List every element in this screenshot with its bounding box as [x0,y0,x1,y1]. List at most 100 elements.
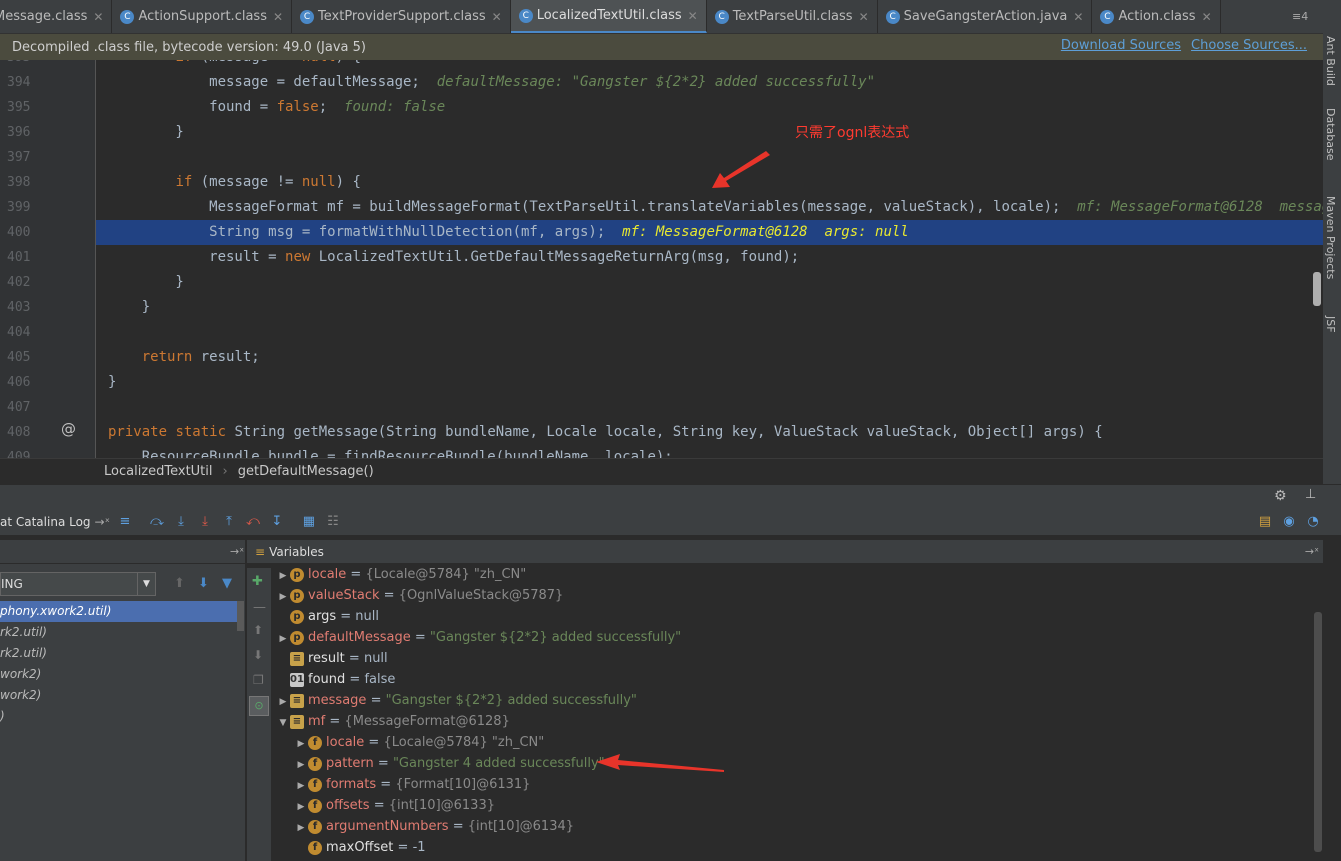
close-icon[interactable]: ✕ [93,10,103,24]
force-step-into-icon[interactable]: ⤓ [196,513,214,531]
chevron-right-icon[interactable]: ▶ [294,734,308,755]
stack-frame[interactable]: rk2.util) [0,622,237,643]
chevron-right-icon[interactable]: ▶ [276,692,290,713]
gear-icon[interactable]: ⚙ [1274,488,1287,504]
editor-scroll-thumb[interactable] [1313,272,1321,306]
chevron-right-icon[interactable]: ▶ [276,587,290,608]
show-execution-point-icon[interactable]: ≡ [116,513,134,531]
ant-build-tool[interactable]: Ant Build [1324,36,1337,86]
variable-row[interactable]: ▶ p locale = {Locale@5784} "zh_CN" [272,564,1313,585]
tab-action-class[interactable]: C Action.class ✕ [1092,0,1221,33]
up-icon[interactable]: ⬆ [253,623,263,637]
code-line[interactable]: 393 if (message == null) { [0,60,1323,70]
variable-row[interactable]: ▶ f formats = {Format[10]@6131} [272,774,1313,795]
up-arrow-icon[interactable]: ⬆ [174,576,185,591]
close-icon[interactable]: ✕ [1202,10,1212,24]
maven-projects-tool[interactable]: Maven Projects [1324,196,1337,279]
jsf-tool[interactable]: JSF [1324,316,1337,333]
code-line[interactable]: 396 } [0,120,1323,145]
down-icon[interactable]: ⬇ [253,648,263,662]
database-tool[interactable]: Database [1324,108,1337,161]
show-values-icon[interactable]: ⊙ [249,696,269,716]
step-out-icon[interactable]: ⤒ [220,513,238,531]
breadcrumb-method[interactable]: getDefaultMessage() [238,464,374,479]
watch-icon[interactable]: ◉ [1280,513,1298,531]
code-line[interactable]: 407 [0,395,1323,420]
code-line[interactable]: 408 private static String getMessage(Stri… [0,420,1323,445]
code-line[interactable]: 405 return result; [0,345,1323,370]
code-line[interactable]: 399 MessageFormat mf = buildMessageForma… [0,195,1323,220]
hide-panel-icon[interactable]: ⊥ [1305,487,1316,502]
tab-textparseutil-class[interactable]: C TextParseUtil.class ✕ [707,0,878,33]
variable-row[interactable]: ▼ ≡ mf = {MessageFormat@6128} [272,711,1313,732]
variables-scrollbar[interactable] [1313,564,1323,861]
variables-scroll-thumb[interactable] [1314,612,1322,852]
stack-frame[interactable]: rk2.util) [0,643,237,664]
trace-icon[interactable]: ☷ [324,513,342,531]
close-icon[interactable]: ✕ [273,10,283,24]
chevron-right-icon[interactable]: ▶ [294,797,308,818]
download-sources-link[interactable]: Download Sources [1061,38,1181,53]
chevron-right-icon[interactable]: ▶ [276,566,290,587]
code-line[interactable]: 402 } [0,270,1323,295]
breadcrumb-class[interactable]: LocalizedTextUtil [104,464,213,479]
chevron-right-icon[interactable]: ▶ [294,776,308,797]
thread-selector[interactable]: ING ▼ [0,572,156,596]
tab-overflow[interactable]: ≡4 [1292,10,1308,23]
chevron-right-icon[interactable]: ▶ [294,755,308,776]
variable-row[interactable]: p args = null [272,606,1313,627]
catalina-log-tab[interactable]: at Catalina Log [0,515,91,529]
code-line[interactable]: 394 message = defaultMessage; defaultMes… [0,70,1323,95]
tab-message-class[interactable]: Message.class ✕ [0,0,113,33]
run-to-cursor-icon[interactable]: ↧ [268,513,286,531]
copy-icon[interactable]: ❐ [253,673,264,687]
pin-icon[interactable]: →ˣ [1305,545,1319,558]
drop-frame-icon[interactable]: ⤺ [244,513,262,531]
code-line[interactable]: 398 if (message != null) { [0,170,1323,195]
variable-row[interactable]: ▶ f pattern = "Gangster 4 added successful… [272,753,1313,774]
code-line[interactable]: 395 found = false; found: false [0,95,1323,120]
settings-icon[interactable]: ◔ [1304,513,1322,531]
variable-row[interactable]: ▶ ≡ message = "Gangster ${2*2} added succe… [272,690,1313,711]
down-arrow-icon[interactable]: ⬇ [198,576,209,591]
frames-scroll-thumb[interactable] [237,601,244,631]
stack-frame[interactable]: ) [0,706,237,727]
code-editor[interactable]: 393 if (message == null) {394 message = … [0,60,1323,458]
chevron-right-icon[interactable]: ▶ [294,818,308,839]
evaluate-icon[interactable]: ▦ [300,513,318,531]
tab-savegangsteraction-java[interactable]: C SaveGangsterAction.java ✕ [878,0,1093,33]
variable-row[interactable]: ▶ f offsets = {int[10]@6133} [272,795,1313,816]
step-into-icon[interactable]: ⤓ [172,513,190,531]
stack-frame[interactable]: work2) [0,664,237,685]
close-icon[interactable]: ✕ [859,10,869,24]
step-over-icon[interactable]: ⤼ [148,513,166,531]
tab-textprovidersupport-class[interactable]: C TextProviderSupport.class ✕ [292,0,511,33]
code-line[interactable]: 397 [0,145,1323,170]
close-icon[interactable]: ✕ [492,10,502,24]
code-line[interactable]: 400 String msg = formatWithNullDetection… [0,220,1323,245]
stack-frame[interactable]: phony.xwork2.util) [0,601,237,622]
code-line[interactable]: 406} [0,370,1323,395]
chevron-right-icon[interactable]: ▶ [276,629,290,650]
tab-localizedtextutil-class[interactable]: C LocalizedTextUtil.class ✕ [510,0,707,33]
pin-icon[interactable]: →ˣ [230,545,244,558]
variable-row[interactable]: 01 found = false [272,669,1313,690]
filter-icon[interactable]: ▼ [222,576,232,591]
close-icon[interactable]: ✕ [688,9,698,23]
variable-row[interactable]: ▶ p defaultMessage = "Gangster ${2*2} adde… [272,627,1313,648]
code-line[interactable]: 401 result = new LocalizedTextUtil.GetDe… [0,245,1323,270]
close-icon[interactable]: ✕ [1073,10,1083,24]
choose-sources-link[interactable]: Choose Sources... [1191,38,1307,53]
remove-watch-icon[interactable]: — [253,600,266,615]
new-watch-icon[interactable]: ✚ [252,574,263,589]
variable-row[interactable]: f maxOffset = -1 [272,837,1313,858]
variable-row[interactable]: ≡ result = null [272,648,1313,669]
restore-layout-icon[interactable]: ▤ [1256,513,1274,531]
stack-frame[interactable]: work2) [0,685,237,706]
tab-actionsupport-class[interactable]: C ActionSupport.class ✕ [112,0,293,33]
code-line[interactable]: 403 } [0,295,1323,320]
chevron-down-icon[interactable]: ▼ [276,713,290,734]
variable-row[interactable]: ▶ p valueStack = {OgnlValueStack@5787} [272,585,1313,606]
pin-icon[interactable]: →ˣ [95,515,110,529]
variable-row[interactable]: ▶ f argumentNumbers = {int[10]@6134} [272,816,1313,837]
